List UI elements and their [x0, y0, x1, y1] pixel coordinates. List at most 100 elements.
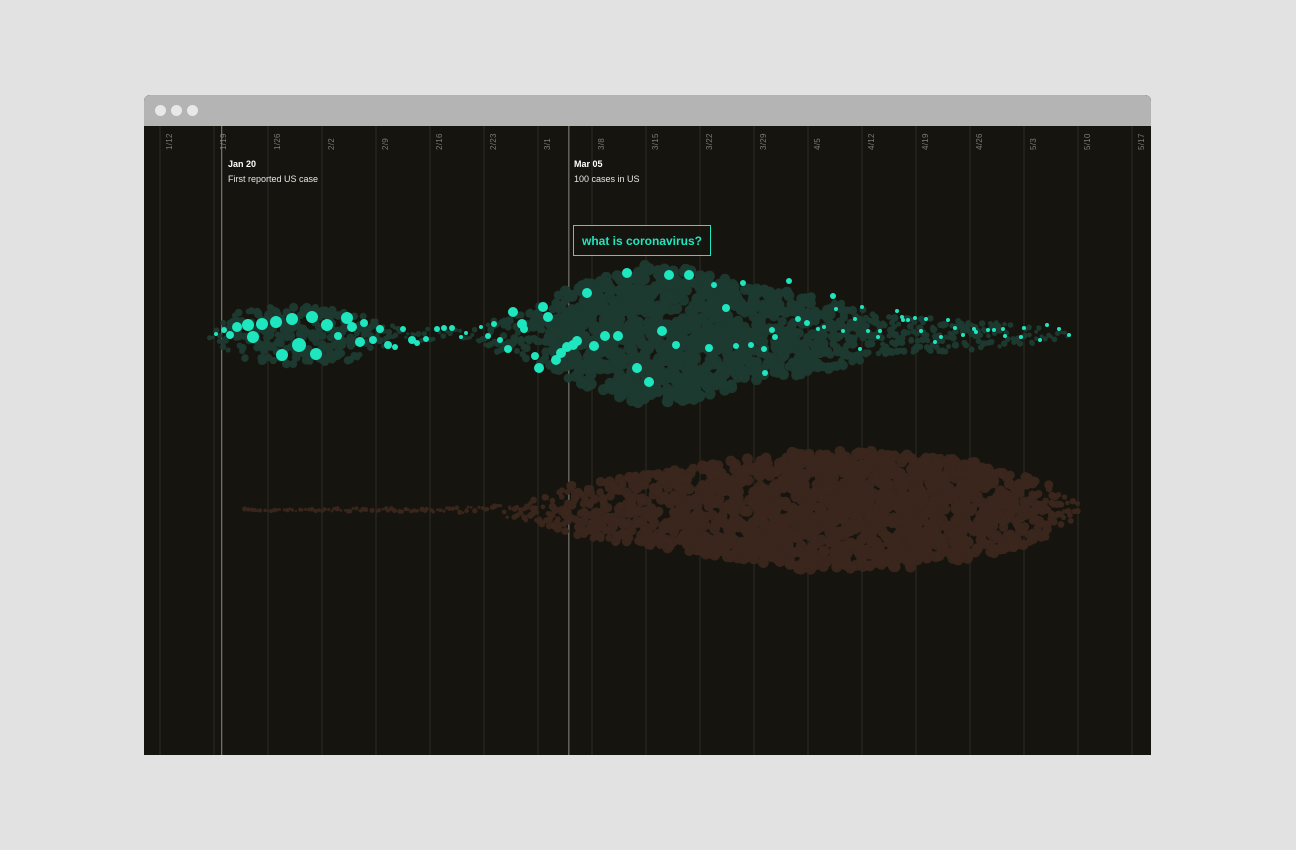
- highlighted-bubble[interactable]: [822, 325, 826, 329]
- highlighted-bubble[interactable]: [520, 325, 528, 333]
- highlighted-bubble[interactable]: [961, 333, 965, 337]
- highlighted-bubble[interactable]: [434, 326, 440, 332]
- highlighted-bubble[interactable]: [1003, 334, 1007, 338]
- highlighted-bubble[interactable]: [221, 327, 227, 333]
- highlighted-bubble[interactable]: [913, 316, 917, 320]
- highlighted-bubble[interactable]: [464, 331, 468, 335]
- highlighted-bubble[interactable]: [733, 343, 739, 349]
- highlighted-bubble[interactable]: [860, 305, 864, 309]
- highlighted-bubble[interactable]: [1057, 327, 1061, 331]
- highlighted-bubble[interactable]: [334, 332, 342, 340]
- highlighted-bubble[interactable]: [657, 326, 667, 336]
- query-term-button[interactable]: what is coronavirus?: [573, 225, 711, 256]
- highlighted-bubble[interactable]: [376, 325, 384, 333]
- window-close-dot[interactable]: [155, 105, 166, 116]
- highlighted-bubble[interactable]: [531, 352, 539, 360]
- highlighted-bubble[interactable]: [632, 363, 642, 373]
- highlighted-bubble[interactable]: [834, 307, 838, 311]
- highlighted-bubble[interactable]: [906, 318, 910, 322]
- highlighted-bubble[interactable]: [1067, 333, 1071, 337]
- highlighted-bubble[interactable]: [795, 316, 801, 322]
- highlighted-bubble[interactable]: [992, 328, 996, 332]
- highlighted-bubble[interactable]: [740, 280, 746, 286]
- highlighted-bubble[interactable]: [538, 302, 548, 312]
- highlighted-bubble[interactable]: [572, 336, 582, 346]
- highlighted-bubble[interactable]: [901, 318, 905, 322]
- highlighted-bubble[interactable]: [1001, 327, 1005, 331]
- highlighted-bubble[interactable]: [232, 322, 242, 332]
- highlighted-bubble[interactable]: [722, 304, 730, 312]
- highlighted-bubble[interactable]: [1038, 338, 1042, 342]
- highlighted-bubble[interactable]: [878, 329, 882, 333]
- highlighted-bubble[interactable]: [600, 331, 610, 341]
- highlighted-bubble[interactable]: [497, 337, 503, 343]
- highlighted-bubble[interactable]: [866, 329, 870, 333]
- highlighted-bubble[interactable]: [986, 328, 990, 332]
- highlighted-bubble[interactable]: [613, 331, 623, 341]
- highlighted-bubble[interactable]: [672, 341, 680, 349]
- highlighted-bubble[interactable]: [644, 377, 654, 387]
- highlighted-bubble[interactable]: [242, 319, 254, 331]
- highlighted-bubble[interactable]: [247, 331, 259, 343]
- highlighted-bubble[interactable]: [360, 319, 368, 327]
- highlighted-bubble[interactable]: [582, 288, 592, 298]
- highlighted-bubble[interactable]: [895, 309, 899, 313]
- highlighted-bubble[interactable]: [622, 268, 632, 278]
- highlighted-bubble[interactable]: [953, 326, 957, 330]
- highlighted-bubble[interactable]: [841, 329, 845, 333]
- highlighted-bubble[interactable]: [392, 344, 398, 350]
- highlighted-bubble[interactable]: [369, 336, 377, 344]
- highlighted-bubble[interactable]: [946, 318, 950, 322]
- highlighted-bubble[interactable]: [414, 340, 420, 346]
- window-maximize-dot[interactable]: [187, 105, 198, 116]
- highlighted-bubble[interactable]: [256, 318, 268, 330]
- highlighted-bubble[interactable]: [400, 326, 406, 332]
- highlighted-bubble[interactable]: [276, 349, 288, 361]
- highlighted-bubble[interactable]: [684, 270, 694, 280]
- highlighted-bubble[interactable]: [772, 334, 778, 340]
- highlighted-bubble[interactable]: [449, 325, 455, 331]
- highlighted-bubble[interactable]: [748, 342, 754, 348]
- highlighted-bubble[interactable]: [485, 333, 491, 339]
- highlighted-bubble[interactable]: [347, 322, 357, 332]
- highlighted-bubble[interactable]: [1045, 323, 1049, 327]
- highlighted-bubble[interactable]: [711, 282, 717, 288]
- highlighted-bubble[interactable]: [924, 317, 928, 321]
- highlighted-bubble[interactable]: [310, 348, 322, 360]
- highlighted-bubble[interactable]: [270, 316, 282, 328]
- highlighted-bubble[interactable]: [853, 317, 857, 321]
- highlighted-bubble[interactable]: [534, 363, 544, 373]
- highlighted-bubble[interactable]: [762, 370, 768, 376]
- highlighted-bubble[interactable]: [441, 325, 447, 331]
- highlighted-bubble[interactable]: [306, 311, 318, 323]
- highlighted-bubble[interactable]: [543, 312, 553, 322]
- highlighted-bubble[interactable]: [459, 335, 463, 339]
- highlighted-bubble[interactable]: [589, 341, 599, 351]
- highlighted-bubble[interactable]: [423, 336, 429, 342]
- window-minimize-dot[interactable]: [171, 105, 182, 116]
- highlighted-bubble[interactable]: [830, 293, 836, 299]
- highlighted-bubble[interactable]: [816, 327, 820, 331]
- highlighted-bubble[interactable]: [479, 325, 483, 329]
- highlighted-bubble[interactable]: [804, 320, 810, 326]
- highlighted-bubble[interactable]: [858, 347, 862, 351]
- highlighted-bubble[interactable]: [491, 321, 497, 327]
- highlighted-bubble[interactable]: [214, 332, 218, 336]
- highlighted-bubble[interactable]: [761, 346, 767, 352]
- highlighted-bubble[interactable]: [705, 344, 713, 352]
- highlighted-bubble[interactable]: [876, 335, 880, 339]
- highlighted-bubble[interactable]: [355, 337, 365, 347]
- highlighted-bubble[interactable]: [384, 341, 392, 349]
- highlighted-bubble[interactable]: [508, 307, 518, 317]
- highlighted-bubble[interactable]: [286, 313, 298, 325]
- highlighted-bubble[interactable]: [504, 345, 512, 353]
- highlighted-bubble[interactable]: [974, 330, 978, 334]
- highlighted-bubble[interactable]: [321, 319, 333, 331]
- highlighted-bubble[interactable]: [1019, 335, 1023, 339]
- highlighted-bubble[interactable]: [939, 335, 943, 339]
- highlighted-bubble[interactable]: [292, 338, 306, 352]
- highlighted-bubble[interactable]: [769, 327, 775, 333]
- highlighted-bubble[interactable]: [919, 329, 923, 333]
- highlighted-bubble[interactable]: [786, 278, 792, 284]
- highlighted-bubble[interactable]: [664, 270, 674, 280]
